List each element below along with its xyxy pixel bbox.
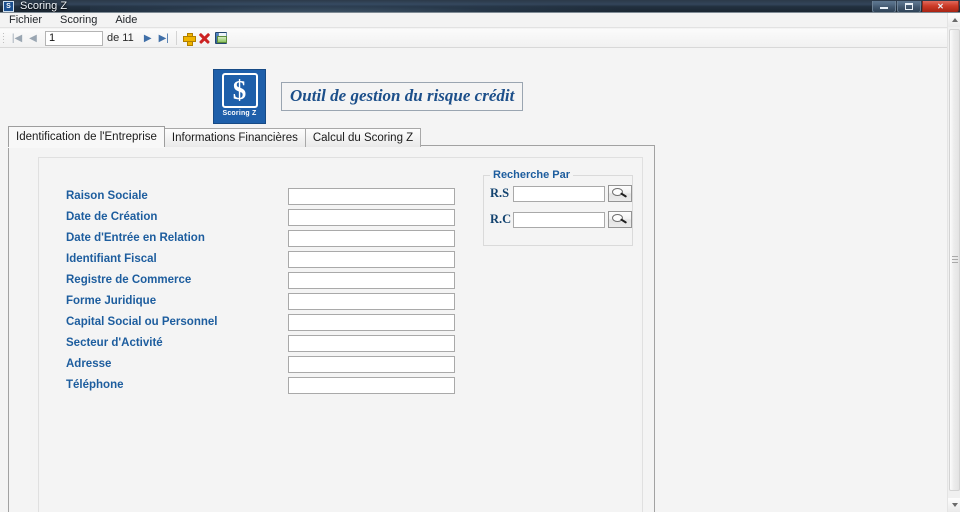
logo-frame: $: [221, 73, 258, 108]
label-capital-social: Capital Social ou Personnel: [66, 316, 218, 328]
input-raison-sociale[interactable]: [288, 187, 455, 205]
input-adresse[interactable]: [288, 355, 455, 373]
label-raison-sociale: Raison Sociale: [66, 190, 148, 202]
form-row: Adresse: [66, 354, 455, 374]
dollar-icon: $: [232, 75, 247, 105]
form-row: Forme Juridique: [66, 291, 455, 311]
entreprise-form: Raison Sociale Date de Création Date d'E…: [66, 186, 455, 396]
input-search-rs[interactable]: [512, 185, 605, 202]
titlebar-glow: [90, 0, 650, 12]
scoring-z-logo: $ Scoring Z: [213, 69, 266, 124]
app-header: $ Scoring Z Outil de gestion du risque c…: [213, 69, 524, 124]
scroll-down-button[interactable]: [948, 498, 960, 512]
label-adresse: Adresse: [66, 358, 112, 370]
close-x-icon: [199, 33, 210, 44]
record-count-label: de 11: [107, 32, 134, 44]
menu-item-aide[interactable]: Aide: [106, 13, 146, 28]
label-rs: R.S: [490, 186, 510, 200]
recherche-par-group: Recherche Par R.S R.C: [483, 169, 633, 246]
label-rc: R.C: [490, 212, 512, 226]
input-forme-juridique[interactable]: [288, 292, 455, 310]
form-row: Date d'Entrée en Relation: [66, 228, 455, 248]
menu-item-fichier[interactable]: Fichier: [0, 13, 51, 28]
label-identifiant-fiscal: Identifiant Fiscal: [66, 253, 157, 265]
search-rc-button[interactable]: [607, 211, 632, 228]
input-search-rc[interactable]: [512, 211, 605, 228]
form-group-panel: Raison Sociale Date de Création Date d'E…: [38, 157, 643, 512]
tab-calcul-scoring-z[interactable]: Calcul du Scoring Z: [304, 128, 422, 147]
title-bar: S Scoring Z ✕: [0, 0, 960, 13]
label-telephone: Téléphone: [66, 379, 124, 391]
page-title: Outil de gestion du risque crédit: [281, 82, 524, 111]
tab-informations-financieres[interactable]: Informations Financières: [163, 128, 306, 147]
toolbar-separator: [175, 31, 177, 45]
input-date-entree-relation[interactable]: [288, 229, 455, 247]
scroll-up-button[interactable]: [948, 13, 960, 27]
last-record-button[interactable]: ▶|: [156, 30, 172, 46]
application-window: S Scoring Z ✕ Fichier Scoring Aide |◀ ◀ …: [0, 0, 960, 512]
client-area: $ Scoring Z Outil de gestion du risque c…: [0, 48, 947, 512]
previous-record-button[interactable]: ◀: [25, 30, 41, 46]
chevron-up-icon: [951, 18, 958, 22]
menu-bar: Fichier Scoring Aide: [0, 13, 960, 28]
maximize-icon: [905, 2, 913, 10]
chevron-down-icon: [951, 503, 958, 507]
form-row: Secteur d'Activité: [66, 333, 455, 353]
window-title: Scoring Z: [20, 0, 68, 12]
record-navigator-toolbar: |◀ ◀ de 11 ▶ ▶|: [0, 29, 960, 48]
form-row: Capital Social ou Personnel: [66, 312, 455, 332]
input-date-creation[interactable]: [288, 208, 455, 226]
label-date-entree-relation: Date d'Entrée en Relation: [66, 232, 205, 244]
minimize-button[interactable]: [872, 0, 896, 12]
form-row: Identifiant Fiscal: [66, 249, 455, 269]
form-row: Registre de Commerce: [66, 270, 455, 290]
search-row-rs: R.S: [490, 185, 632, 202]
vertical-scrollbar[interactable]: [947, 13, 960, 512]
first-record-button[interactable]: |◀: [9, 30, 25, 46]
input-telephone[interactable]: [288, 376, 455, 394]
record-number-input[interactable]: [45, 30, 103, 46]
logo-caption: Scoring Z: [222, 110, 257, 117]
form-row: Téléphone: [66, 375, 455, 395]
add-record-button[interactable]: [181, 30, 197, 46]
scrollbar-grip-icon: [952, 256, 958, 264]
search-icon: [612, 188, 628, 199]
maximize-button[interactable]: [897, 0, 921, 12]
tab-strip: Identification de l'Entreprise Informati…: [8, 126, 422, 147]
search-icon: [612, 214, 628, 225]
search-row-rc: R.C: [490, 211, 632, 228]
input-secteur-activite[interactable]: [288, 334, 455, 352]
input-identifiant-fiscal[interactable]: [288, 250, 455, 268]
form-row: Date de Création: [66, 207, 455, 227]
label-secteur-activite: Secteur d'Activité: [66, 337, 163, 349]
tab-page-identification: Raison Sociale Date de Création Date d'E…: [8, 145, 655, 512]
input-capital-social[interactable]: [288, 313, 455, 331]
tab-identification-entreprise[interactable]: Identification de l'Entreprise: [8, 126, 165, 147]
close-button[interactable]: ✕: [922, 0, 959, 12]
plus-icon: [183, 32, 197, 46]
label-date-creation: Date de Création: [66, 211, 158, 223]
label-registre-commerce: Registre de Commerce: [66, 274, 192, 286]
window-controls: ✕: [872, 0, 959, 12]
save-record-button[interactable]: [213, 30, 229, 46]
input-registre-commerce[interactable]: [288, 271, 455, 289]
floppy-disk-icon: [214, 32, 228, 44]
recherche-par-title: Recherche Par: [490, 169, 574, 181]
minimize-icon: [880, 7, 888, 9]
menu-item-scoring[interactable]: Scoring: [51, 13, 106, 28]
search-rs-button[interactable]: [607, 185, 632, 202]
delete-record-button[interactable]: [197, 30, 213, 46]
label-forme-juridique: Forme Juridique: [66, 295, 157, 307]
scrollbar-thumb[interactable]: [949, 29, 960, 491]
app-icon: S: [3, 0, 14, 12]
toolbar-grip[interactable]: [2, 31, 6, 45]
next-record-button[interactable]: ▶: [140, 30, 156, 46]
form-row: Raison Sociale: [66, 186, 455, 206]
